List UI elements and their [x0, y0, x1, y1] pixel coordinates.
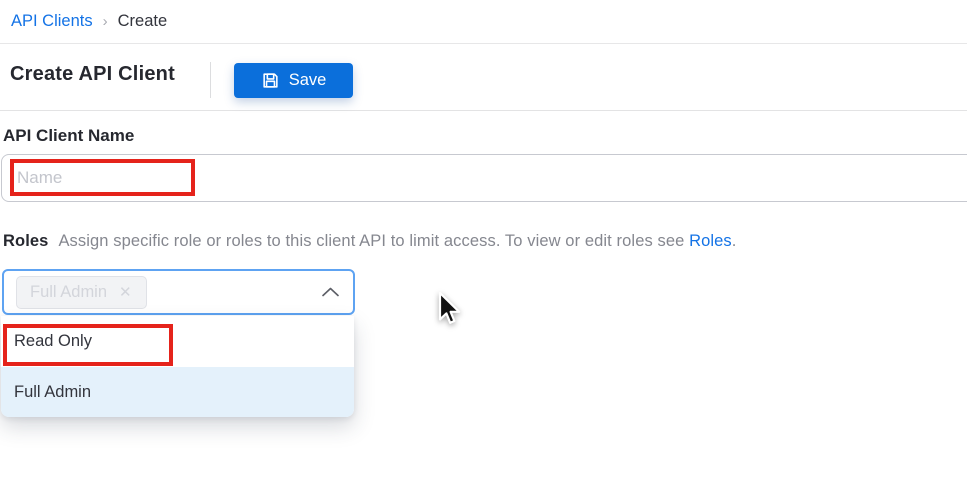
- role-option-label: Full Admin: [14, 383, 91, 402]
- page-title: Create API Client: [10, 63, 175, 86]
- role-option-full-admin[interactable]: Full Admin: [1, 367, 354, 417]
- floppy-disk-icon: [261, 71, 280, 90]
- roles-select[interactable]: Full Admin ✕: [2, 269, 355, 315]
- save-button[interactable]: Save: [234, 63, 353, 98]
- role-option-read-only[interactable]: Read Only: [1, 316, 354, 367]
- breadcrumb: API Clients › Create: [0, 0, 967, 44]
- breadcrumb-separator-icon: ›: [103, 13, 108, 30]
- selected-role-chip: Full Admin ✕: [16, 276, 147, 309]
- header-divider: [210, 62, 211, 98]
- selected-role-chip-label: Full Admin: [30, 283, 107, 302]
- save-button-label: Save: [289, 71, 327, 90]
- api-client-name-input[interactable]: [1, 154, 967, 202]
- remove-role-icon[interactable]: ✕: [119, 285, 132, 300]
- api-client-name-label: API Client Name: [3, 126, 134, 146]
- roles-description: Assign specific role or roles to this cl…: [58, 232, 684, 250]
- page-header: Create API Client Save: [0, 45, 967, 111]
- roles-link-suffix: .: [732, 232, 737, 250]
- role-option-label: Read Only: [14, 332, 92, 351]
- roles-dropdown-menu: Read Only Full Admin: [1, 316, 354, 417]
- chevron-up-icon[interactable]: [322, 287, 339, 297]
- roles-label: Roles: [3, 232, 48, 250]
- roles-description-line: Roles Assign specific role or roles to th…: [3, 232, 963, 251]
- mouse-cursor: [434, 291, 464, 327]
- breadcrumb-link-api-clients[interactable]: API Clients: [11, 12, 93, 31]
- breadcrumb-current: Create: [118, 12, 168, 31]
- roles-link[interactable]: Roles: [689, 232, 732, 250]
